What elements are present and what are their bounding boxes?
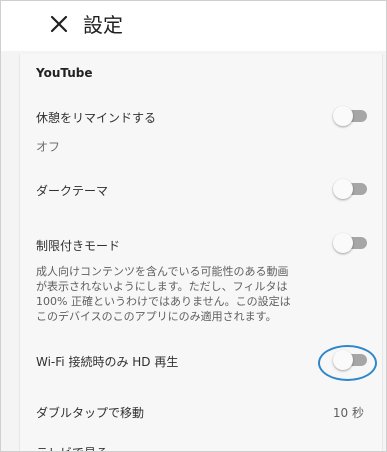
remind-break-value: オフ [36, 140, 61, 154]
toggle-knob [333, 350, 353, 370]
watch-tv-label[interactable]: テレビで見る [36, 444, 108, 451]
page-title: 設定 [83, 13, 123, 37]
settings-list: YouTube 休憩をリマインドする オフ ダークテーマ 制限付きモード 成人向… [19, 54, 383, 451]
top-app-bar: 設定 [1, 1, 386, 51]
description-line: が表示されないようにします。ただし、フィルタは [36, 280, 288, 293]
restricted-mode-label[interactable]: 制限付きモード [36, 237, 120, 254]
double-tap-value: 10 秒 [332, 406, 364, 420]
toggle-knob [333, 106, 353, 126]
dark-theme-toggle[interactable] [333, 179, 369, 199]
description-line: 100% 正確というわけではありません。この設定は [36, 295, 291, 308]
restricted-mode-description: 成人向けコンテンツを含んでいる可能性のある動画 が表示されないようにします。ただ… [36, 264, 336, 324]
section-header-youtube: YouTube [36, 66, 93, 80]
dark-theme-label[interactable]: ダークテーマ [36, 182, 108, 199]
settings-screen: 設定 YouTube 休憩をリマインドする オフ ダークテーマ 制限付きモード … [0, 0, 387, 452]
wifi-hd-toggle[interactable] [333, 350, 369, 370]
remind-break-label[interactable]: 休憩をリマインドする [36, 109, 156, 126]
restricted-mode-toggle[interactable] [333, 233, 369, 253]
close-icon[interactable] [47, 12, 71, 36]
double-tap-label[interactable]: ダブルタップで移動 [36, 404, 144, 421]
description-line: このデバイスのこのアプリにのみ適用されます。 [36, 310, 277, 323]
wifi-hd-label[interactable]: Wi-Fi 接続時のみ HD 再生 [36, 353, 178, 370]
toggle-knob [333, 179, 353, 199]
toggle-knob [333, 233, 353, 253]
description-line: 成人向けコンテンツを含んでいる可能性のある動画 [36, 265, 289, 278]
remind-break-toggle[interactable] [333, 106, 369, 126]
